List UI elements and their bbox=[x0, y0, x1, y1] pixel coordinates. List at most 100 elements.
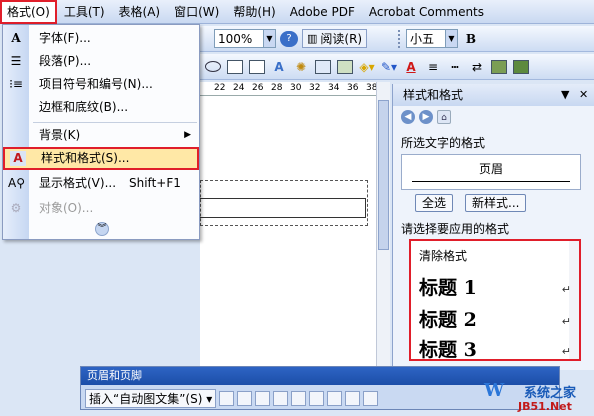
bold-button[interactable]: B bbox=[462, 29, 480, 48]
home-icon[interactable]: ⌂ bbox=[437, 110, 451, 124]
back-icon[interactable]: ◀ bbox=[401, 110, 415, 124]
textbox-icon[interactable] bbox=[226, 57, 244, 76]
format-underline bbox=[412, 181, 570, 182]
zoom-combo[interactable]: 100% ▼ bbox=[214, 29, 276, 48]
formatting-toolbar: 小五 ▼ B bbox=[394, 26, 594, 52]
font-color-icon: A bbox=[406, 59, 416, 74]
new-style-button[interactable]: 新样式... bbox=[465, 194, 527, 212]
menu-item-background[interactable]: 背景(K) ▶ bbox=[3, 124, 199, 147]
current-format-box[interactable]: 页眉 bbox=[401, 154, 581, 190]
menu-adobe-pdf[interactable]: Adobe PDF bbox=[283, 0, 362, 24]
vertical-scrollbar[interactable] bbox=[376, 82, 390, 366]
time-icon[interactable] bbox=[291, 390, 307, 406]
page-setup-icon[interactable] bbox=[309, 390, 325, 406]
chevron-down-icon[interactable]: ▼ bbox=[263, 30, 275, 47]
menu-item-font[interactable]: A 字体(F)... bbox=[3, 27, 199, 50]
ruler-tick: 30 bbox=[290, 83, 302, 93]
menu-item-paragraph[interactable]: ☰ 段落(P)... bbox=[3, 50, 199, 73]
ruler-tick: 32 bbox=[309, 83, 321, 93]
menu-item-bullets[interactable]: ⁝≡ 项目符号和编号(N)... bbox=[3, 73, 199, 96]
ruler-tick: 26 bbox=[252, 83, 264, 93]
switch-header-footer-icon[interactable] bbox=[363, 390, 379, 406]
menu-item-shortcut: Shift+F1 bbox=[129, 176, 181, 190]
style-name: 清除格式 bbox=[419, 249, 468, 263]
scrollbar-thumb[interactable] bbox=[378, 100, 389, 250]
ruler-tick: 36 bbox=[347, 83, 359, 93]
menu-acrobat-comments[interactable]: Acrobat Comments bbox=[362, 0, 491, 24]
line-color-icon[interactable]: ✎▾ bbox=[380, 57, 398, 76]
apply-format-label: 请选择要应用的格式 bbox=[401, 222, 510, 236]
line-style-icon[interactable]: ≡ bbox=[424, 57, 442, 76]
ruler-tick: 22 bbox=[214, 83, 226, 93]
link-previous-icon[interactable] bbox=[345, 390, 361, 406]
wordart-icon[interactable]: A bbox=[270, 57, 288, 76]
toolbar-grip[interactable] bbox=[398, 29, 402, 48]
forward-icon[interactable]: ▶ bbox=[419, 110, 433, 124]
styles-formatting-icon: A bbox=[10, 151, 26, 166]
zoom-value: 100% bbox=[218, 31, 253, 46]
arrow-style-icon[interactable]: ⇄ bbox=[468, 57, 486, 76]
style-item-heading2[interactable]: 标题 2 bbox=[419, 305, 477, 332]
header-border bbox=[200, 198, 366, 218]
font-size-combo[interactable]: 小五 ▼ bbox=[406, 29, 458, 48]
menu-item-label: 样式和格式(S)... bbox=[41, 151, 130, 165]
task-pane-title-bar: 样式和格式 ▼ ✕ bbox=[393, 84, 594, 106]
page-count-icon[interactable] bbox=[237, 390, 253, 406]
3d-icon[interactable] bbox=[512, 57, 530, 76]
menu-item-label: 段落(P)... bbox=[39, 54, 92, 68]
menu-item-borders[interactable]: 边框和底纹(B)... bbox=[3, 96, 199, 119]
close-icon[interactable]: ✕ bbox=[579, 84, 588, 106]
menu-item-label: 显示格式(V)... bbox=[39, 176, 117, 190]
document-page[interactable] bbox=[200, 96, 376, 366]
horizontal-ruler: 22 24 26 28 30 32 34 36 38 bbox=[200, 82, 386, 96]
standard-toolbar: 100% ▼ ? ▥ 阅读(R) bbox=[200, 26, 394, 52]
chevron-down-icon[interactable]: ▼ bbox=[561, 84, 569, 106]
return-mark-icon: ↵ bbox=[561, 315, 571, 328]
menu-item-styles-formatting[interactable]: A 样式和格式(S)... bbox=[3, 147, 199, 170]
menu-format[interactable]: 格式(O) bbox=[0, 0, 57, 24]
list-scrollbar[interactable] bbox=[569, 241, 579, 359]
menu-item-label: 字体(F)... bbox=[39, 31, 91, 45]
selected-text-format-label: 所选文字的格式 bbox=[401, 136, 486, 150]
help-icon[interactable]: ? bbox=[280, 30, 298, 47]
object-icon: ⚙ bbox=[10, 201, 22, 215]
style-item-heading3[interactable]: 标题 3 bbox=[419, 335, 477, 362]
oval-icon[interactable] bbox=[204, 57, 222, 76]
select-all-button[interactable]: 全选 bbox=[415, 194, 454, 212]
insert-autotext-button[interactable]: 插入“自动图文集”(S) ▾ bbox=[85, 388, 217, 408]
menu-tools[interactable]: 工具(T) bbox=[57, 0, 112, 24]
task-pane-title: 样式和格式 bbox=[403, 88, 464, 102]
date-icon[interactable] bbox=[273, 390, 289, 406]
ruler-tick: 28 bbox=[271, 83, 283, 93]
picture-icon[interactable] bbox=[336, 57, 354, 76]
diagram-icon[interactable]: ✺ bbox=[292, 57, 310, 76]
menu-item-label: 对象(O)... bbox=[39, 201, 94, 215]
format-page-number-icon[interactable] bbox=[255, 390, 271, 406]
style-item-heading1[interactable]: 标题 1 bbox=[419, 273, 477, 300]
menu-item-object: ⚙ 对象(O)... bbox=[3, 197, 199, 220]
menu-window[interactable]: 窗口(W) bbox=[167, 0, 226, 24]
clipart-icon[interactable] bbox=[314, 57, 332, 76]
watermark-brand: W bbox=[484, 380, 505, 401]
read-button[interactable]: ▥ 阅读(R) bbox=[302, 29, 368, 48]
menu-help[interactable]: 帮助(H) bbox=[226, 0, 282, 24]
dash-style-icon[interactable]: ┅ bbox=[446, 57, 464, 76]
return-mark-icon: ↵ bbox=[561, 283, 571, 296]
expand-menu-chevron-icon[interactable]: ︾ bbox=[95, 222, 109, 236]
vertical-textbox-icon[interactable] bbox=[248, 57, 266, 76]
chevron-down-icon[interactable]: ▼ bbox=[445, 30, 457, 47]
shadow-icon[interactable] bbox=[490, 57, 508, 76]
menu-item-reveal-formatting[interactable]: A⚲ 显示格式(V)... Shift+F1 bbox=[3, 172, 199, 195]
ruler-tick: 34 bbox=[328, 83, 340, 93]
page-number-icon[interactable] bbox=[219, 390, 235, 406]
style-item-clear[interactable]: 清除格式 bbox=[419, 247, 467, 264]
show-document-icon[interactable] bbox=[327, 390, 343, 406]
fill-color-icon[interactable]: ◈▾ bbox=[358, 57, 376, 76]
menu-item-label: 项目符号和编号(N)... bbox=[39, 77, 153, 91]
read-label: 阅读(R) bbox=[320, 32, 363, 46]
style-name: 标题 3 bbox=[419, 339, 477, 361]
style-name: 标题 2 bbox=[419, 309, 477, 331]
font-color-button[interactable]: A bbox=[402, 57, 420, 76]
paragraph-icon: ☰ bbox=[10, 54, 22, 68]
menu-table[interactable]: 表格(A) bbox=[112, 0, 168, 24]
